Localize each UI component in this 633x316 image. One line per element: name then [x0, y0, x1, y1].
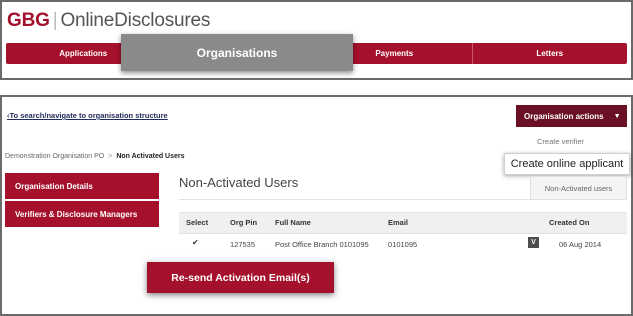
organisation-actions-label: Organisation actions [524, 111, 604, 121]
back-link-label: To search/navigate to organisation struc… [9, 111, 168, 120]
page-title: Non-Activated Users [179, 175, 299, 190]
main-panel: ‹To search/navigate to organisation stru… [0, 95, 633, 316]
select-checkbox[interactable]: ✔ [192, 238, 201, 247]
nav-organisations[interactable]: Organisations [121, 34, 353, 71]
column-email: Email [388, 218, 409, 227]
cell-created-on: 06 Aug 2014 [559, 240, 602, 249]
column-select: Select [186, 218, 209, 227]
cell-email: 0101095 [388, 240, 418, 249]
menu-create-online-applicant[interactable]: Create online applicant [504, 153, 630, 175]
brand-logo: GBG | OnlineDisclosures [7, 10, 210, 32]
brand-separator: | [52, 10, 58, 31]
breadcrumb-current: Non Activated Users [116, 153, 185, 160]
breadcrumb: Demonstration Organisation PO > Non Activa… [5, 153, 185, 160]
brand-name: OnlineDisclosures [60, 10, 211, 31]
column-created-on: Created On [549, 218, 590, 227]
users-table: Select Org Pin Full Name Email Created O… [179, 212, 627, 249]
organisation-actions-button[interactable]: Organisation actions ▼ [516, 105, 627, 127]
breadcrumb-parent[interactable]: Demonstration Organisation PO [5, 153, 104, 160]
verify-button[interactable]: V [528, 237, 539, 248]
menu-non-activated-users[interactable]: Non-Activated users [530, 176, 627, 200]
cell-full-name: Post Office Branch 0101095 [275, 240, 369, 249]
nav-letters[interactable]: Letters [473, 43, 628, 64]
cell-org-pin: 127535 [230, 240, 256, 249]
chevron-down-icon: ▼ [613, 112, 621, 120]
sidebar-item-verifiers[interactable]: Verifiers & Disclosure Managers [5, 201, 159, 227]
breadcrumb-separator-icon: > [108, 153, 113, 160]
menu-create-verifier[interactable]: Create verifier [537, 137, 584, 146]
sidebar-item-organisation-details[interactable]: Organisation Details [5, 173, 159, 199]
column-full-name: Full Name [275, 218, 311, 227]
title-divider [179, 199, 627, 200]
back-to-search-link[interactable]: ‹To search/navigate to organisation stru… [7, 111, 168, 120]
column-org-pin: Org Pin [230, 218, 258, 227]
resend-activation-button[interactable]: Re-send Activation Email(s) [147, 262, 334, 293]
brand-gbg: GBG [7, 10, 50, 31]
